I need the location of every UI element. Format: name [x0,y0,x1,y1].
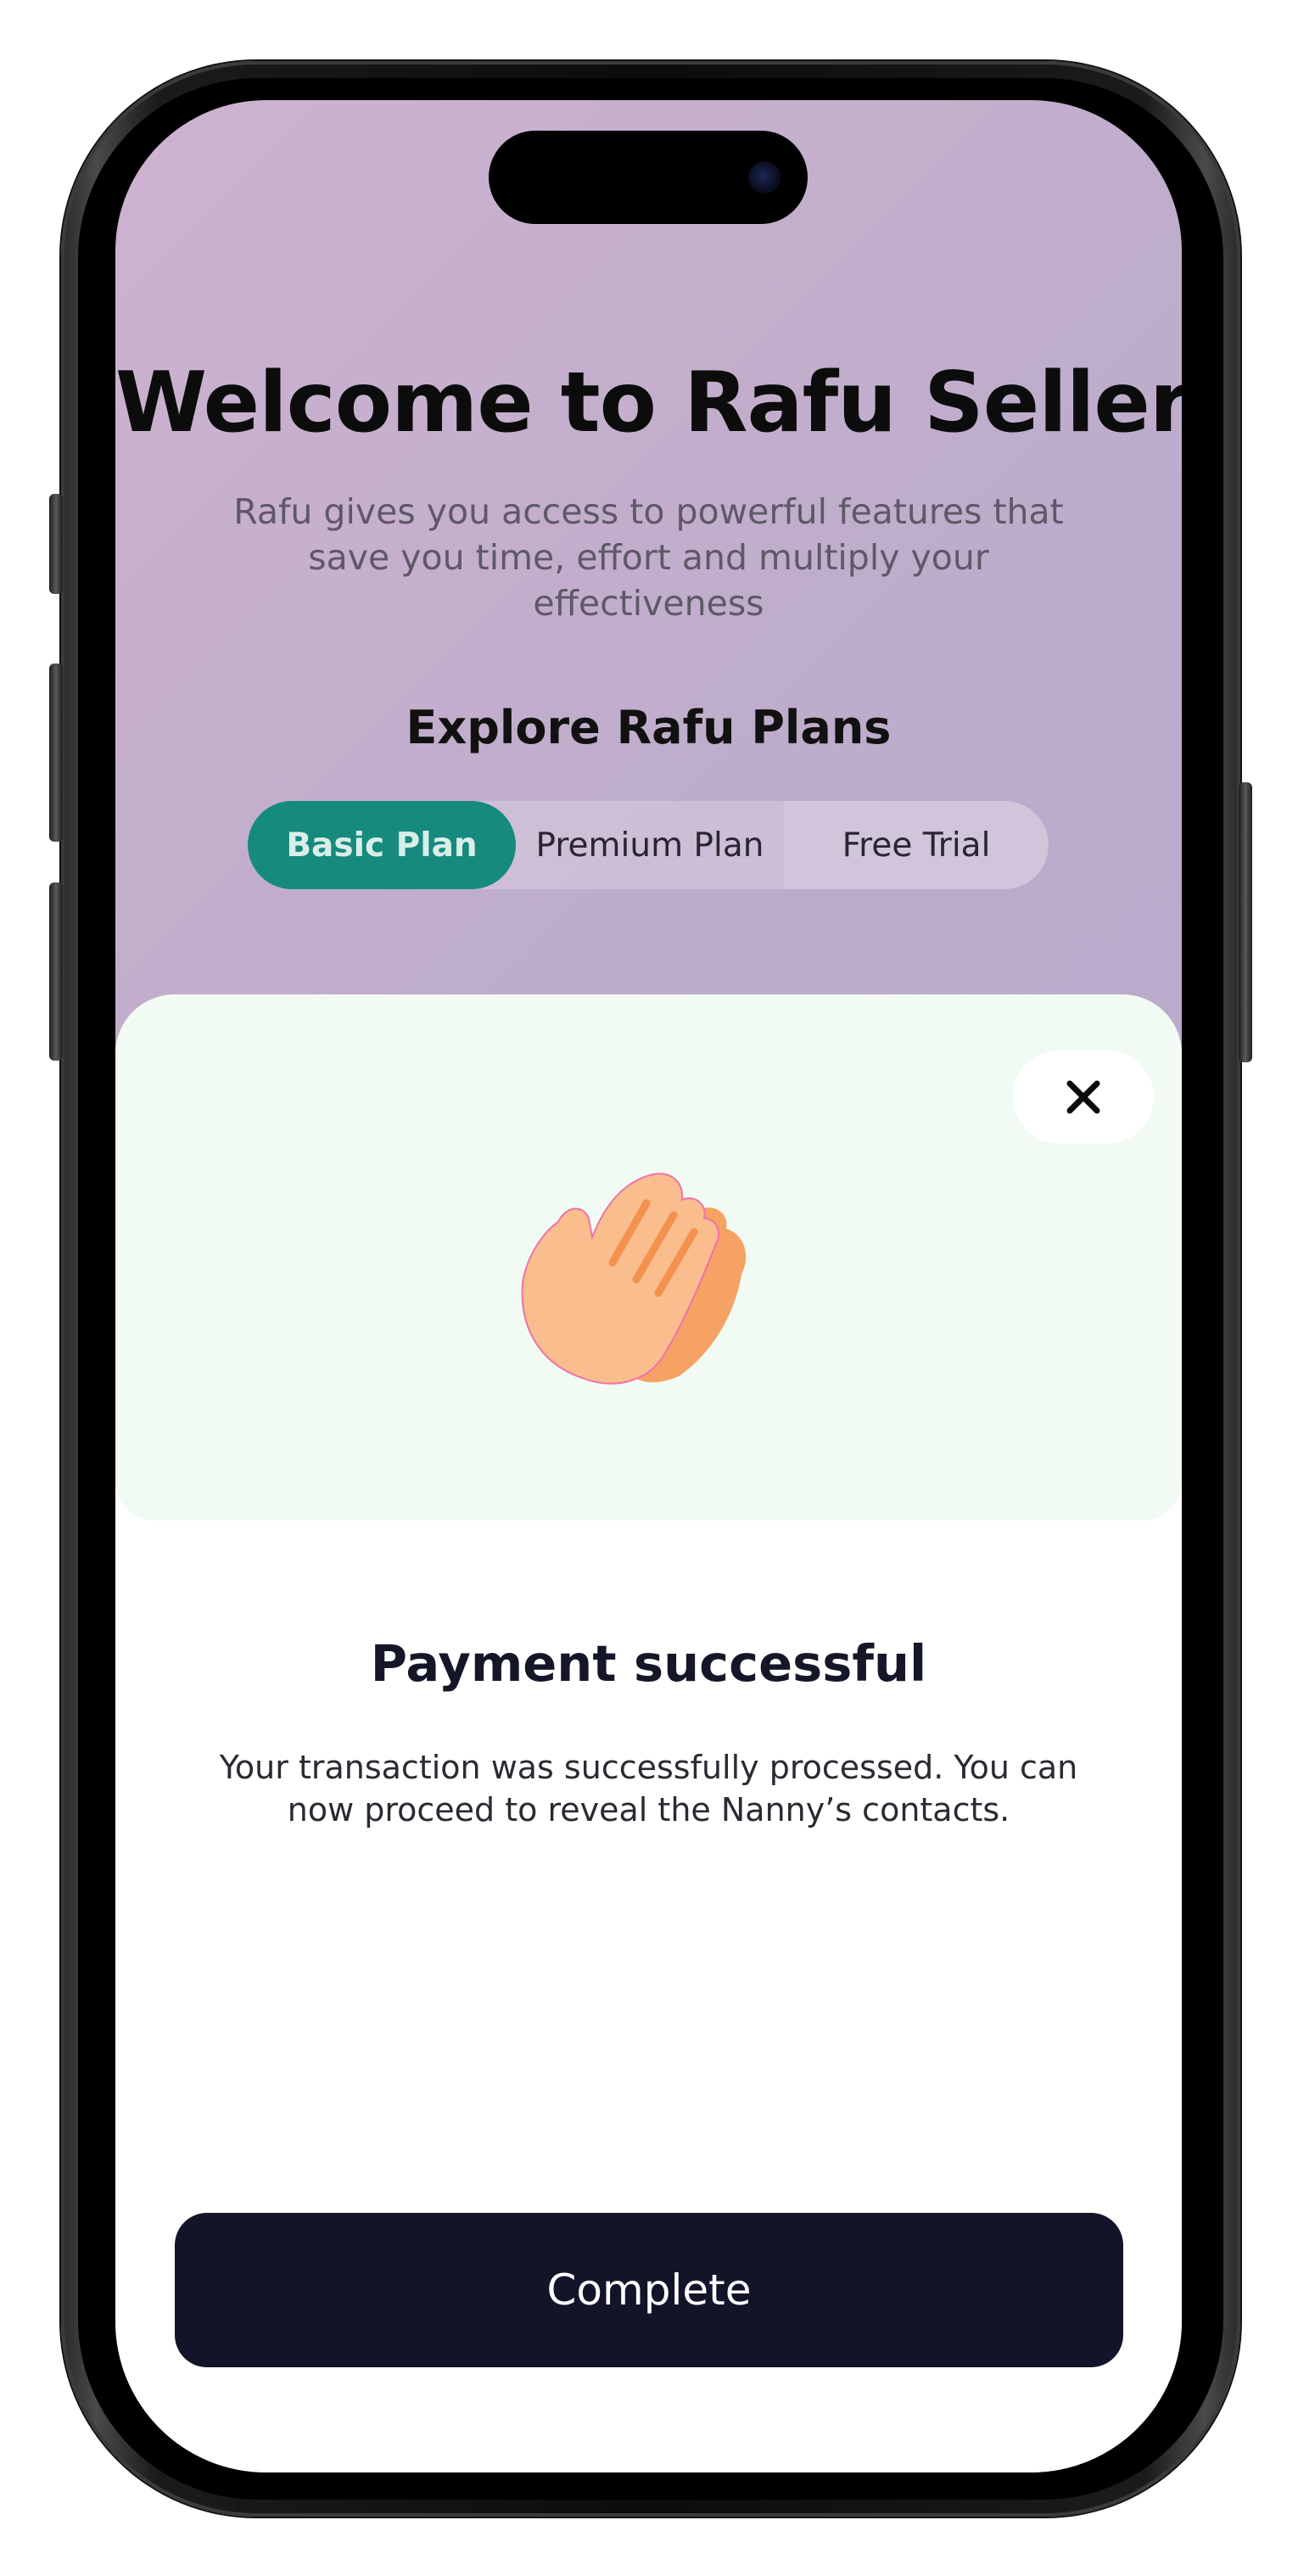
payment-success-message: Your transaction was successfully proces… [219,1749,1078,1828]
volume-up-button [49,664,63,842]
tab-free-trial[interactable]: Free Trial [784,801,1049,889]
page-title: Welcome to Rafu Sellers [115,355,1182,451]
dynamic-island [489,131,808,224]
close-button[interactable] [1013,1050,1154,1144]
close-icon [1066,1080,1100,1114]
sheet-hero [115,994,1182,1520]
tab-basic-plan[interactable]: Basic Plan [248,801,516,889]
front-camera-icon [748,161,780,193]
payment-success-sheet: Payment successful Your transaction was … [115,994,1182,2472]
tab-premium-plan[interactable]: Premium Plan [516,801,784,889]
plan-tab-bar: Basic Plan Premium Plan Free Trial [248,801,1049,889]
payment-success-title: Payment successful [370,1634,927,1693]
plans-heading: Explore Rafu Plans [406,701,892,754]
clapping-hands-icon [521,1173,747,1385]
volume-down-button [49,882,63,1061]
action-button [49,494,63,594]
app-screen: Welcome to Rafu Sellers Rafu gives you a… [115,100,1182,2472]
complete-button[interactable]: Complete [175,2213,1123,2367]
page-subtitle: Rafu gives you access to powerful featur… [233,491,1064,624]
power-button [1239,782,1252,1062]
